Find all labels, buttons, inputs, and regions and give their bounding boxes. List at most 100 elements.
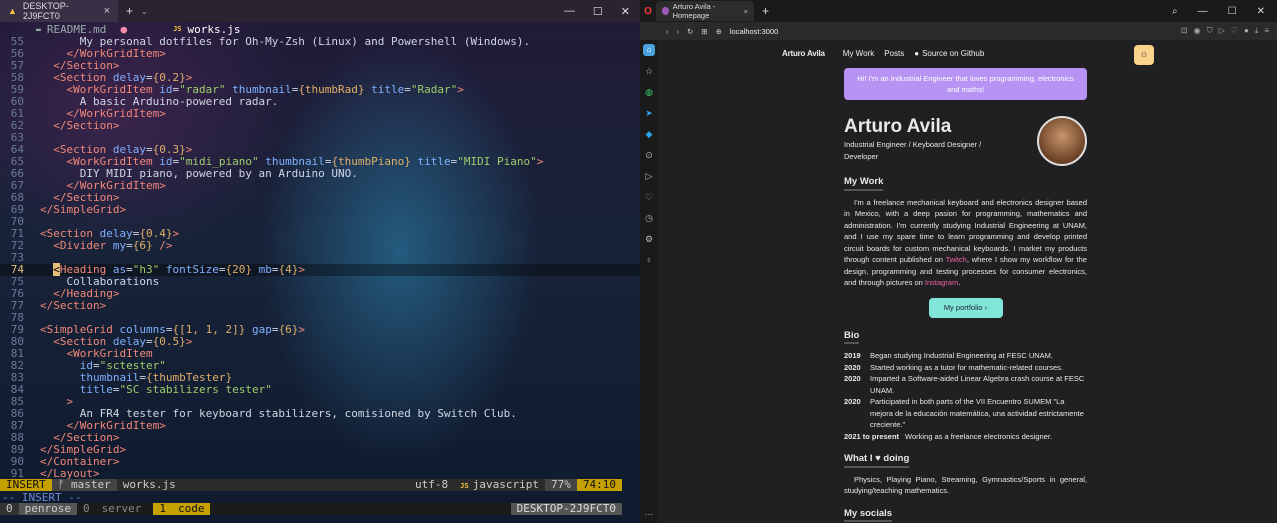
- favicon-icon: [662, 7, 669, 15]
- code-line[interactable]: 77 </Section>: [0, 300, 640, 312]
- back-icon[interactable]: ‹: [666, 27, 669, 36]
- tmux-window-2-index[interactable]: 1: [153, 503, 172, 515]
- status-filename: works.js: [122, 478, 176, 491]
- workspace-icon[interactable]: ⌂: [643, 44, 655, 56]
- close-window-button[interactable]: ✕: [1257, 6, 1265, 17]
- url-field[interactable]: localhost:3000: [730, 27, 778, 36]
- download-icon[interactable]: ⤓: [1255, 26, 1259, 36]
- twitch-link[interactable]: Twitch: [946, 255, 967, 264]
- bio-year: 2020: [844, 397, 861, 406]
- avatar: [1037, 116, 1087, 166]
- send-icon[interactable]: ▷: [1219, 26, 1225, 36]
- bio-entry: 2020 Started working as a tutor for mathe…: [844, 362, 1087, 374]
- status-filetype: JS javascript: [460, 478, 539, 491]
- buffer-name: works.js: [187, 22, 241, 36]
- bio-list: 2019 Began studying Industrial Engineerin…: [844, 350, 1087, 442]
- bio-entry: 2020 Imparted a Software-aided Linear Alg…: [844, 373, 1087, 396]
- bookmark-icon[interactable]: ☆: [645, 66, 653, 77]
- tmux-hostname: DESKTOP-2J9FCT0: [510, 503, 622, 515]
- browser-tab[interactable]: Arturo Avila - Homepage ×: [656, 1, 754, 21]
- opera-logo-icon[interactable]: O: [640, 6, 656, 17]
- address-bar-row: ‹ › ↻ ⊞ ⊕ localhost:3000 ⊡ ◉ ⛉ ▷ ♡ ● ⤓ ≡: [640, 22, 1277, 40]
- send-icon[interactable]: ▷: [646, 171, 653, 182]
- work-paragraph: I'm a freelance mechanical keyboard and …: [844, 197, 1087, 288]
- site-logo[interactable]: Arturo Avila: [782, 49, 825, 58]
- section-heading-work: My Work: [844, 176, 884, 191]
- nav-my-work[interactable]: My Work: [843, 49, 874, 58]
- search-icon[interactable]: ⌕: [1172, 6, 1178, 17]
- buffer-tab-works[interactable]: JS works.js: [163, 23, 250, 36]
- instagram-link[interactable]: Instagram: [925, 278, 958, 287]
- tmux-window-server[interactable]: server: [96, 503, 148, 515]
- forward-icon[interactable]: ›: [677, 27, 680, 36]
- bio-year: 2020: [844, 362, 861, 372]
- tmux-window-1-index[interactable]: 0: [77, 503, 96, 515]
- new-tab-button[interactable]: +: [754, 4, 777, 18]
- extension-icon[interactable]: ⊡: [1181, 26, 1188, 36]
- line-text: <Divider my={6} />: [53, 239, 173, 252]
- code-line[interactable]: 69 </SimpleGrid>: [0, 204, 640, 216]
- browser-tab-bar: O Arturo Avila - Homepage × + ⌕ — ☐ ✕: [640, 0, 1277, 22]
- code-editor[interactable]: 55 My personal dotfiles for Oh-My-Zsh (L…: [0, 36, 640, 480]
- tmux-window-penrose[interactable]: penrose: [18, 503, 77, 515]
- menu-icon[interactable]: ≡: [1264, 26, 1269, 36]
- line-text: [24, 252, 40, 264]
- close-window-button[interactable]: ✕: [621, 5, 630, 18]
- player-icon[interactable]: ⊙: [645, 150, 653, 161]
- minimize-button[interactable]: —: [1198, 6, 1208, 17]
- line-text: [24, 216, 40, 228]
- buffer-tab-readme[interactable]: ▬ README.md: [0, 23, 116, 36]
- tmux-window-code[interactable]: code: [171, 503, 211, 515]
- heart-icon[interactable]: ♡: [645, 192, 653, 203]
- tmux-window-0-index[interactable]: 0: [0, 503, 19, 515]
- camera-icon[interactable]: ◉: [1194, 26, 1201, 36]
- telegram-icon[interactable]: ➤: [645, 108, 653, 119]
- bio-text: Started working as a tutor for mathemati…: [870, 362, 1064, 372]
- maximize-button[interactable]: ☐: [593, 5, 603, 18]
- greeting-banner: Hi! I'm an Industrial Engineer that love…: [844, 68, 1087, 100]
- code-line[interactable]: 84 title="SC stabilizers tester": [0, 384, 640, 396]
- grid-icon[interactable]: ⊞: [701, 27, 707, 36]
- code-line[interactable]: 72 <Divider my={6} />: [0, 240, 640, 252]
- globe-icon: ⊕: [715, 26, 722, 36]
- history-icon[interactable]: ◷: [645, 213, 653, 224]
- site-navbar: Arturo Avila My Work Posts ● Source on G…: [782, 49, 1277, 58]
- whatsapp-icon[interactable]: ◍: [645, 87, 653, 98]
- sun-icon: ☼: [1139, 49, 1149, 60]
- section-heading-socials: My socials: [844, 508, 893, 522]
- theme-toggle-button[interactable]: ☼: [1134, 45, 1154, 65]
- maximize-button[interactable]: ☐: [1228, 6, 1237, 17]
- minimize-button[interactable]: —: [564, 5, 575, 18]
- close-icon[interactable]: ×: [744, 7, 748, 16]
- nav-posts[interactable]: Posts: [884, 49, 904, 58]
- bio-year: 2019: [844, 351, 861, 360]
- bio-entry: 2019 Began studying Industrial Engineerin…: [844, 350, 1087, 362]
- portfolio-button[interactable]: My portfolio ›: [928, 297, 1003, 318]
- javascript-icon: JS: [460, 482, 473, 490]
- close-icon[interactable]: ×: [104, 5, 110, 17]
- section-heading-bio: Bio: [844, 330, 860, 344]
- browser-window: O Arturo Avila - Homepage × + ⌕ — ☐ ✕ ‹ …: [640, 0, 1277, 523]
- profile-icon[interactable]: ●: [1244, 26, 1249, 36]
- terminal-tab[interactable]: ▲ DESKTOP-2J9FCT0 ×: [0, 0, 118, 22]
- status-encoding: utf-8: [414, 478, 449, 491]
- shield-icon[interactable]: ⛉: [1207, 26, 1213, 36]
- section-heading-doing: What I ♥ doing: [844, 453, 910, 468]
- bio-year: 2020: [844, 374, 861, 383]
- vim-statusline: INSERT ᚠ master works.js utf-8 JS javasc…: [0, 479, 622, 491]
- chevron-down-icon[interactable]: ⌄: [141, 7, 148, 16]
- opera-sidebar: ⌂ ☆ ◍ ➤ ◆ ⊙ ▷ ♡ ◷ ⚙ ♀ …: [640, 40, 658, 523]
- heart-icon[interactable]: ♡: [1231, 26, 1238, 36]
- status-position: 74:10: [576, 479, 622, 491]
- more-icon[interactable]: …: [645, 507, 654, 517]
- code-line[interactable]: 62 </Section>: [0, 120, 640, 132]
- new-tab-button[interactable]: +: [118, 4, 141, 18]
- nav-source-github[interactable]: Source on Github: [922, 49, 984, 58]
- person-role: Industrial Engineer / Keyboard Designer …: [844, 140, 982, 161]
- window-controls: — ☐ ✕: [564, 5, 640, 18]
- twitter-icon[interactable]: ◆: [646, 129, 653, 140]
- lightbulb-icon[interactable]: ♀: [646, 255, 653, 265]
- settings-icon[interactable]: ⚙: [645, 234, 653, 245]
- terminal-titlebar: ▲ DESKTOP-2J9FCT0 × + ⌄ — ☐ ✕: [0, 0, 640, 22]
- reload-icon[interactable]: ↻: [687, 27, 693, 36]
